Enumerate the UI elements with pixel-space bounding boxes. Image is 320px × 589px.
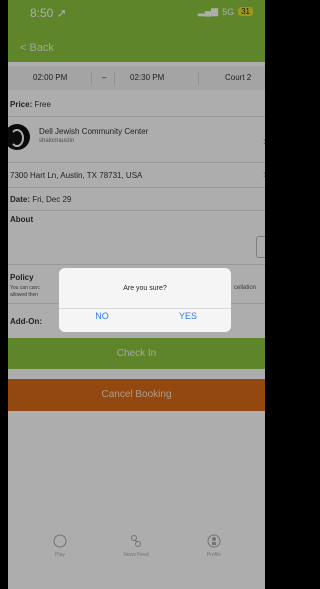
dialog-message: Are you sure? — [123, 285, 167, 292]
phone-screen: 8:50 ➚ ▂▄▆ 5G 31 < Back 02:00 PM – 02:30… — [8, 0, 265, 589]
divider — [59, 308, 231, 309]
yes-button[interactable]: YES — [145, 311, 231, 321]
confirm-dialog: Are you sure? NO YES — [59, 268, 231, 332]
no-button[interactable]: NO — [59, 311, 145, 321]
